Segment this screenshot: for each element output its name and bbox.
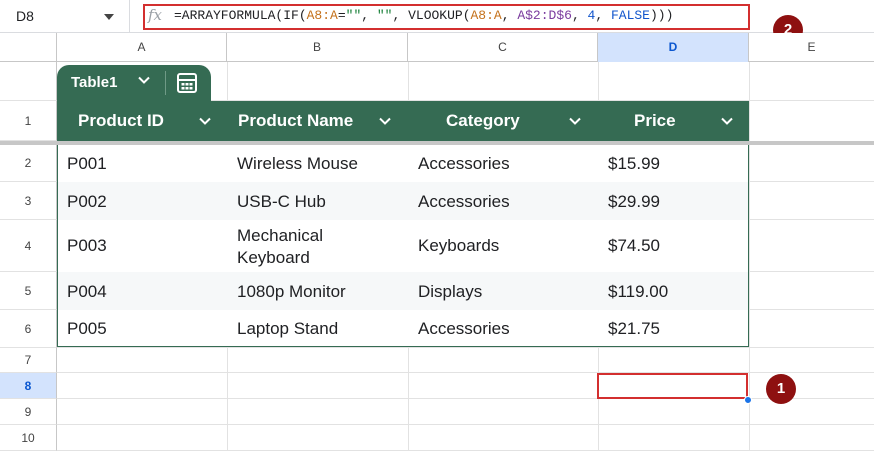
select-all-corner[interactable] — [0, 33, 57, 62]
chevron-down-icon[interactable] — [137, 73, 151, 87]
chevron-down-icon[interactable] — [378, 114, 392, 128]
grid-line — [227, 62, 228, 101]
table-border — [57, 145, 749, 347]
chevron-down-icon[interactable] — [568, 114, 582, 128]
row-header-4[interactable]: 4 — [0, 220, 57, 272]
grid-line — [408, 347, 409, 451]
table-header-row: Product ID Product Name Category Price — [57, 101, 749, 141]
selected-cell-d8[interactable] — [597, 373, 748, 399]
grid-line — [57, 347, 874, 348]
column-header-d[interactable]: D — [598, 33, 749, 62]
fill-handle[interactable] — [744, 396, 752, 404]
name-box[interactable]: D8 — [0, 0, 130, 33]
row-header-blank — [0, 62, 57, 101]
formula-bar: D8 fx =ARRAYFORMULA(IF(A8:A="", "", VLOO… — [0, 0, 874, 33]
column-header-b[interactable]: B — [227, 33, 408, 62]
row-header-9[interactable]: 9 — [0, 399, 57, 425]
grid-line — [227, 347, 228, 451]
grid-line — [749, 309, 874, 310]
calculator-icon[interactable] — [175, 71, 199, 95]
row-header-10[interactable]: 10 — [0, 425, 57, 451]
grid-line — [749, 62, 750, 451]
grid-line — [57, 372, 874, 373]
name-box-dropdown-icon[interactable] — [104, 14, 114, 20]
grid-line — [749, 271, 874, 272]
formula-highlight-box — [143, 4, 750, 30]
name-box-value: D8 — [16, 8, 34, 24]
grid-line — [598, 347, 599, 451]
grid-line — [598, 62, 599, 101]
header-product-id[interactable]: Product ID — [78, 101, 164, 141]
grid-line — [408, 62, 409, 101]
row-header-2[interactable]: 2 — [0, 145, 57, 182]
column-header-e[interactable]: E — [749, 33, 874, 62]
chevron-down-icon[interactable] — [720, 114, 734, 128]
table-name-tab[interactable]: Table1 — [57, 65, 211, 101]
row-header-6[interactable]: 6 — [0, 310, 57, 348]
tab-divider — [165, 71, 166, 95]
header-category[interactable]: Category — [446, 101, 520, 141]
grid-line — [749, 219, 874, 220]
row-header-1[interactable]: 1 — [0, 101, 57, 141]
table-name: Table1 — [71, 74, 118, 91]
column-header-a[interactable]: A — [57, 33, 227, 62]
row-header-8[interactable]: 8 — [0, 373, 57, 399]
chevron-down-icon[interactable] — [198, 114, 212, 128]
row-header-7[interactable]: 7 — [0, 348, 57, 373]
column-header-c[interactable]: C — [408, 33, 598, 62]
header-product-name[interactable]: Product Name — [238, 101, 353, 141]
row-header-5[interactable]: 5 — [0, 272, 57, 310]
annotation-badge-1: 1 — [766, 374, 796, 404]
row-header-3[interactable]: 3 — [0, 182, 57, 220]
grid-line — [57, 424, 874, 425]
grid-line — [749, 181, 874, 182]
header-price[interactable]: Price — [634, 101, 676, 141]
